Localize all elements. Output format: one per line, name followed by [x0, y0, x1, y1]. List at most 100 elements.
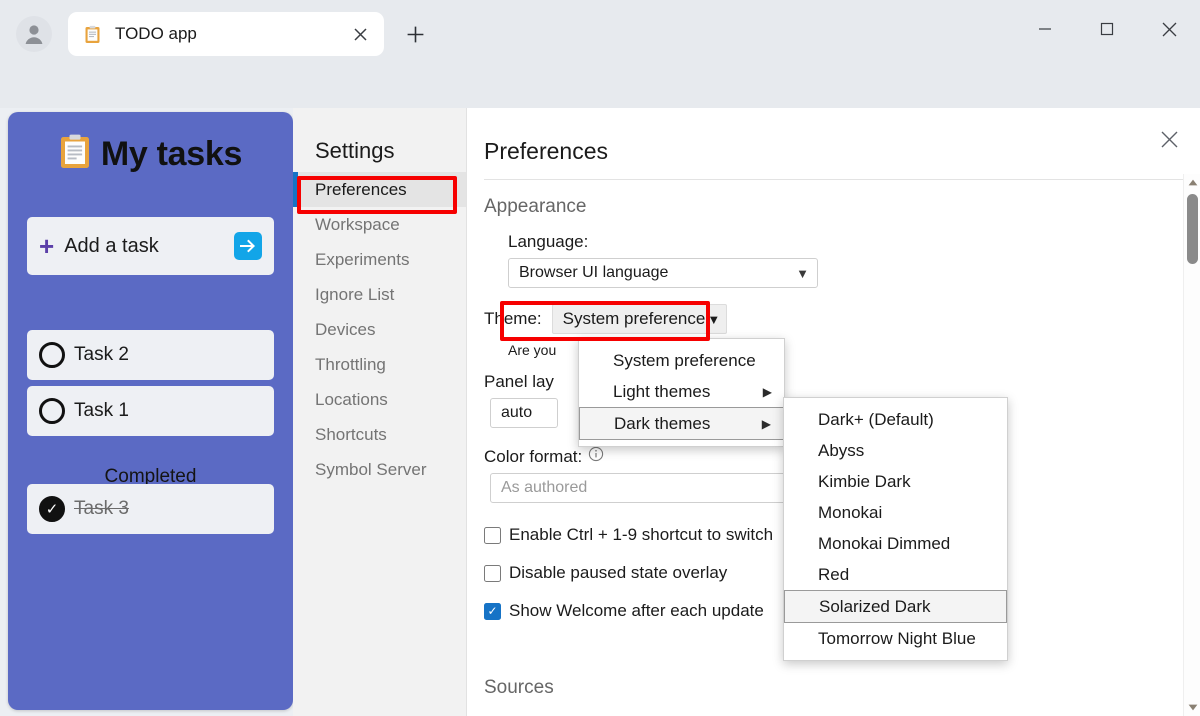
chevron-down-icon: ▼ — [796, 265, 809, 281]
checkbox-checked[interactable]: ✓ — [484, 602, 501, 620]
checkbox-label: Enable Ctrl + 1-9 shortcut to switch — [509, 525, 774, 544]
menu-item-light-themes[interactable]: Light themes ▶ — [579, 376, 784, 407]
language-value: Browser UI language — [519, 264, 669, 281]
page-title: My tasks — [100, 135, 243, 173]
language-select[interactable]: Browser UI language ▼ — [508, 258, 818, 288]
menu-item-tomorrow-night-blue[interactable]: Tomorrow Night Blue — [784, 623, 1007, 654]
theme-label: Theme: — [484, 309, 542, 328]
clipboard-icon — [82, 24, 102, 44]
task-checkbox[interactable] — [39, 398, 65, 424]
menu-item-solarized-dark[interactable]: Solarized Dark — [784, 590, 1007, 623]
plus-icon: + — [39, 231, 55, 261]
color-format-label: Color format: — [484, 446, 583, 466]
sidebar-item-devices[interactable]: Devices — [293, 312, 466, 347]
theme-select[interactable]: System preference ▼ — [551, 304, 728, 334]
task-checkbox[interactable] — [39, 342, 65, 368]
panel-scrollbar[interactable] — [1183, 174, 1200, 716]
theme-row: Theme: System preference ▼ — [484, 304, 1200, 334]
scroll-up-arrow-icon[interactable] — [1184, 174, 1200, 191]
todo-app-panel: My tasks + Add a task To do Task 2 Task … — [8, 112, 293, 710]
close-icon[interactable] — [346, 20, 374, 48]
minimize-button[interactable] — [1014, 0, 1076, 58]
task-label: Task 3 — [74, 498, 129, 519]
sidebar-item-label: Shortcuts — [315, 424, 387, 444]
color-format-value: As authored — [501, 479, 588, 496]
task-label: Task 2 — [74, 344, 129, 365]
browser-window: TODO app My tasks + Add a task Task 2 Ta… — [0, 0, 1200, 716]
settings-sidebar: Settings Preferences Workspace Experimen… — [293, 108, 467, 716]
menu-item-label: Abyss — [818, 440, 865, 460]
task-item[interactable]: Task 1 — [27, 386, 274, 436]
dark-themes-submenu[interactable]: Dark+ (Default) Abyss Kimbie Dark Monoka… — [783, 397, 1008, 661]
panel-layout-value: auto — [501, 404, 533, 421]
sidebar-item-shortcuts[interactable]: Shortcuts — [293, 417, 466, 452]
browser-tab[interactable]: TODO app — [68, 12, 384, 56]
menu-item-label: System preference — [613, 350, 756, 370]
menu-item-abyss[interactable]: Abyss — [784, 435, 1007, 466]
menu-item-label: Dark themes — [614, 413, 711, 433]
clipboard-icon — [59, 134, 91, 175]
theme-value: System preference — [562, 309, 706, 328]
sidebar-item-throttling[interactable]: Throttling — [293, 347, 466, 382]
menu-item-label: Dark+ (Default) — [818, 409, 934, 429]
add-task-label: Add a task — [64, 234, 159, 257]
task-item[interactable]: ✓ Task 3 — [27, 484, 274, 534]
todo-header: My tasks — [8, 112, 293, 175]
menu-item-dark-plus-default[interactable]: Dark+ (Default) — [784, 404, 1007, 435]
sidebar-item-label: Experiments — [315, 249, 410, 269]
sidebar-item-workspace[interactable]: Workspace — [293, 207, 466, 242]
scroll-down-arrow-icon[interactable] — [1184, 699, 1200, 716]
menu-item-monokai[interactable]: Monokai — [784, 497, 1007, 528]
panel-heading: Preferences — [484, 138, 609, 164]
menu-item-monokai-dimmed[interactable]: Monokai Dimmed — [784, 528, 1007, 559]
sidebar-item-label: Devices — [315, 319, 376, 339]
menu-item-label: Monokai — [818, 502, 883, 522]
menu-item-system-preference[interactable]: System preference — [579, 345, 784, 376]
window-close-button[interactable] — [1138, 0, 1200, 58]
chevron-right-icon: ▶ — [762, 384, 772, 399]
section-appearance: Appearance — [484, 196, 587, 217]
add-task-input[interactable]: + Add a task — [27, 217, 274, 275]
close-icon[interactable] — [1152, 122, 1186, 156]
theme-dropdown-menu[interactable]: System preference Light themes ▶ Dark th… — [578, 338, 785, 447]
checkbox-label: Show Welcome after each update — [509, 601, 764, 620]
sidebar-item-label: Preferences — [315, 179, 407, 199]
sidebar-item-symbol-server[interactable]: Symbol Server — [293, 452, 466, 487]
profile-avatar[interactable] — [16, 16, 52, 52]
checkbox-label: Disable paused state overlay — [509, 563, 728, 582]
panel-layout-select[interactable]: auto — [490, 398, 558, 428]
scrollbar-thumb[interactable] — [1187, 194, 1198, 264]
menu-item-dark-themes[interactable]: Dark themes ▶ — [579, 407, 784, 440]
menu-item-label: Kimbie Dark — [818, 471, 911, 491]
sidebar-item-experiments[interactable]: Experiments — [293, 242, 466, 277]
sidebar-item-label: Locations — [315, 389, 388, 409]
section-sources: Sources — [484, 677, 554, 698]
new-tab-button[interactable] — [398, 18, 432, 50]
browser-toolbar: https://microsoftedge.github.io/Demos/de… — [0, 58, 1200, 162]
sidebar-item-preferences[interactable]: Preferences — [293, 172, 466, 207]
menu-item-label: Red — [818, 564, 850, 584]
checkbox[interactable] — [484, 564, 501, 582]
chevron-right-icon: ▶ — [761, 416, 771, 431]
info-icon[interactable] — [588, 446, 604, 467]
sidebar-item-label: Throttling — [315, 354, 386, 374]
color-format-select[interactable]: As authored — [490, 473, 800, 503]
chevron-down-icon: ▼ — [707, 311, 721, 327]
checkbox[interactable] — [484, 526, 501, 544]
language-label: Language: — [508, 232, 589, 251]
sidebar-item-label: Ignore List — [315, 284, 395, 304]
task-item[interactable]: Task 2 — [27, 330, 274, 380]
menu-item-label: Solarized Dark — [819, 596, 931, 616]
tab-title: TODO app — [115, 24, 197, 43]
person-avatar-icon — [25, 25, 43, 44]
settings-title: Settings — [315, 138, 395, 163]
task-checkbox-checked[interactable]: ✓ — [39, 496, 65, 522]
task-label: Task 1 — [74, 400, 129, 421]
arrow-right-icon[interactable] — [234, 232, 262, 260]
menu-item-kimbie-dark[interactable]: Kimbie Dark — [784, 466, 1007, 497]
maximize-button[interactable] — [1076, 0, 1138, 58]
menu-item-red[interactable]: Red — [784, 559, 1007, 590]
sidebar-item-ignore-list[interactable]: Ignore List — [293, 277, 466, 312]
menu-item-label: Tomorrow Night Blue — [818, 628, 976, 648]
sidebar-item-locations[interactable]: Locations — [293, 382, 466, 417]
